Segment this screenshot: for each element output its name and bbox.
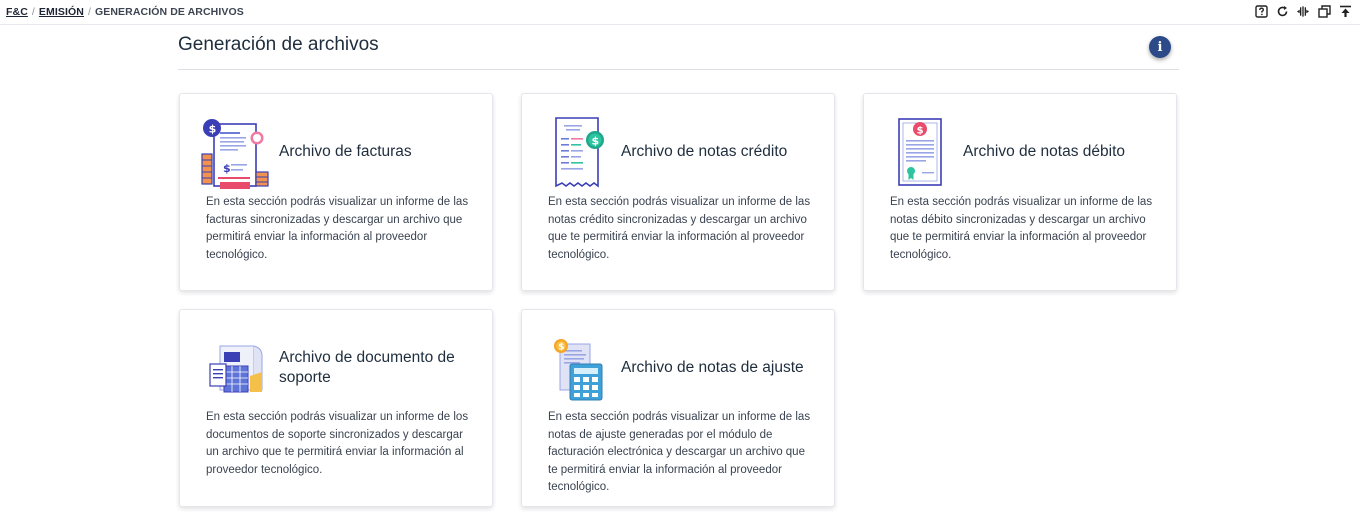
breadcrumb-current: GENERACIÓN DE ARCHIVOS [95, 6, 244, 18]
svg-text:$: $ [558, 343, 564, 353]
page-title: Generación de archivos [178, 34, 379, 55]
help-icon[interactable] [1254, 4, 1268, 18]
svg-text:$: $ [917, 125, 924, 136]
credit-note-illustration-icon: $ [542, 116, 612, 190]
breadcrumb-separator: / [87, 6, 91, 18]
card-description: En esta sección podrás visualizar un inf… [548, 411, 811, 493]
debit-note-illustration-icon: $ [884, 116, 954, 190]
card-archivo-documento-soporte[interactable]: Archivo de documento de soporte En esta … [179, 309, 493, 507]
svg-text:$: $ [209, 123, 217, 136]
card-description: En esta sección podrás visualizar un inf… [206, 196, 469, 261]
breadcrumb-root-link[interactable]: F&C [6, 6, 28, 18]
card-archivo-notas-credito[interactable]: $ Archivo de notas crédito En esta secci… [521, 93, 835, 291]
card-title: Archivo de notas crédito [621, 143, 788, 160]
breadcrumb-section-link[interactable]: EMISIÓN [39, 6, 84, 18]
support-document-illustration-icon [200, 332, 270, 406]
card-description: En esta sección podrás visualizar un inf… [890, 196, 1153, 261]
adjustment-note-illustration-icon: $ [542, 332, 612, 406]
restore-window-icon[interactable] [1317, 4, 1331, 18]
breadcrumb-separator: / [31, 6, 35, 18]
refresh-icon[interactable] [1275, 4, 1289, 18]
breadcrumb: F&C / EMISIÓN / GENERACIÓN DE ARCHIVOS [6, 6, 244, 18]
card-title: Archivo de notas débito [963, 143, 1125, 160]
info-icon-glyph: i [1157, 39, 1163, 55]
card-title: Archivo de facturas [279, 143, 412, 160]
card-archivo-notas-ajuste[interactable]: $ Archivo de notas de ajuste En esta sec… [521, 309, 835, 507]
card-title: Archivo de notas de ajuste [621, 359, 804, 376]
split-view-icon[interactable] [1296, 4, 1310, 18]
card-archivo-facturas[interactable]: $ $ Archivo de facturas En esta sección … [179, 93, 493, 291]
scroll-top-icon[interactable] [1338, 4, 1352, 18]
top-bar: F&C / EMISIÓN / GENERACIÓN DE ARCHIVOS [0, 0, 1360, 25]
page-header: Generación de archivos i [178, 25, 1179, 70]
invoice-illustration-icon: $ $ [200, 116, 270, 190]
card-title: Archivo de documento de soporte [279, 349, 455, 386]
card-archivo-notas-debito[interactable]: $ Archivo de notas débito En esta secció… [863, 93, 1177, 291]
card-description: En esta sección podrás visualizar un inf… [548, 196, 811, 261]
svg-text:$: $ [223, 162, 231, 175]
window-tools [1254, 4, 1352, 18]
card-description: En esta sección podrás visualizar un inf… [206, 411, 469, 476]
svg-text:$: $ [592, 134, 600, 147]
info-icon[interactable]: i [1149, 36, 1171, 58]
